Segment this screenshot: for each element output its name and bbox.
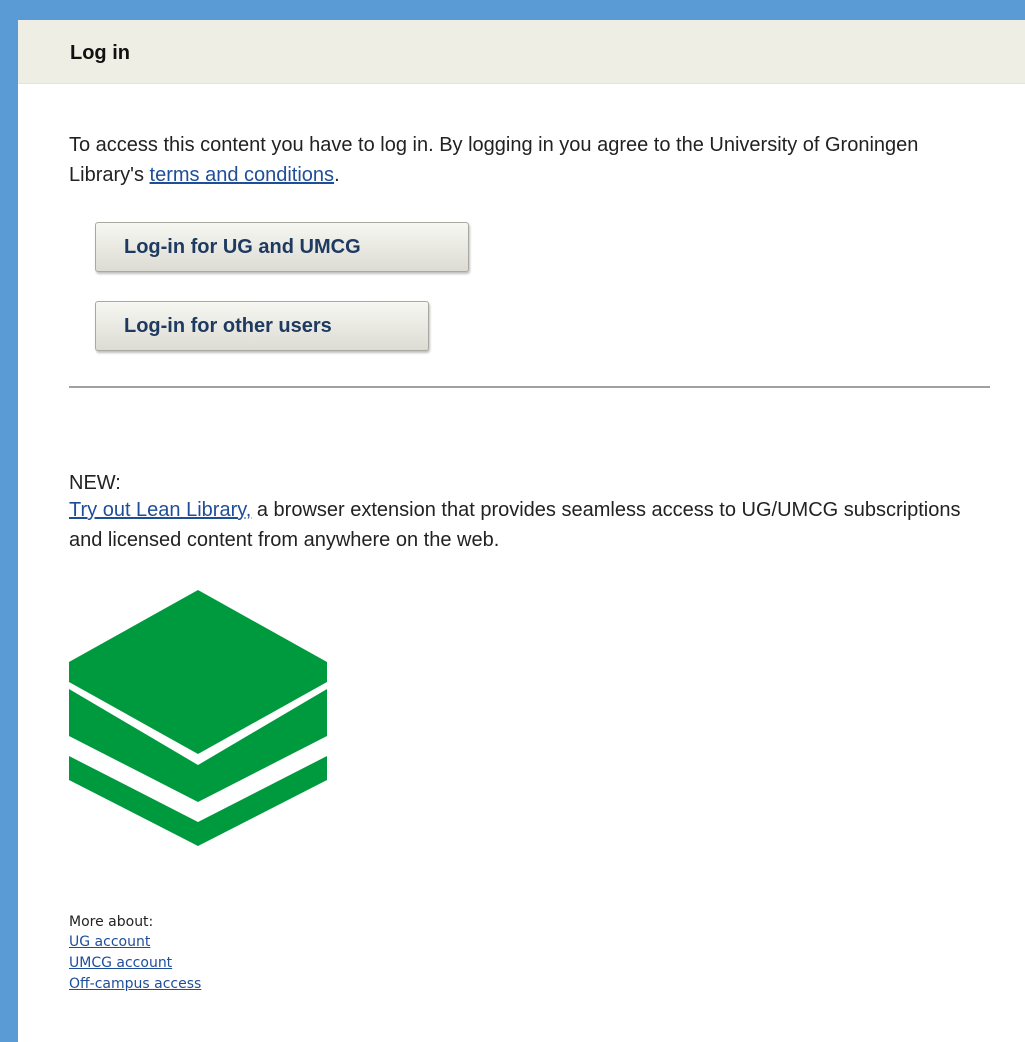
new-label: NEW: — [69, 472, 121, 494]
more-about-label: More about: — [69, 914, 154, 930]
login-other-users-button[interactable]: Log-in for other users — [95, 301, 429, 351]
login-intro-text: To access this content you have to log i… — [69, 130, 969, 190]
panel-header — [18, 20, 1025, 84]
login-panel: Log in To access this content you have t… — [18, 20, 1025, 1042]
page-title: Log in — [70, 42, 130, 64]
lean-library-logo-icon — [69, 590, 327, 846]
ug-account-link[interactable]: UG account — [69, 934, 150, 950]
list-item: UG account — [69, 932, 201, 953]
section-divider — [69, 386, 990, 388]
more-about-links: UG account UMCG account Off-campus acces… — [69, 932, 201, 995]
lean-library-link[interactable]: Try out Lean Library, — [69, 499, 251, 521]
terms-and-conditions-link[interactable]: terms and conditions — [150, 164, 335, 186]
login-ug-umcg-button[interactable]: Log-in for UG and UMCG — [95, 222, 469, 272]
intro-suffix: . — [334, 164, 340, 186]
list-item: Off-campus access — [69, 974, 201, 995]
off-campus-access-link[interactable]: Off-campus access — [69, 976, 201, 992]
list-item: UMCG account — [69, 953, 201, 974]
umcg-account-link[interactable]: UMCG account — [69, 955, 172, 971]
lean-library-promo-text: Try out Lean Library, a browser extensio… — [69, 495, 989, 555]
